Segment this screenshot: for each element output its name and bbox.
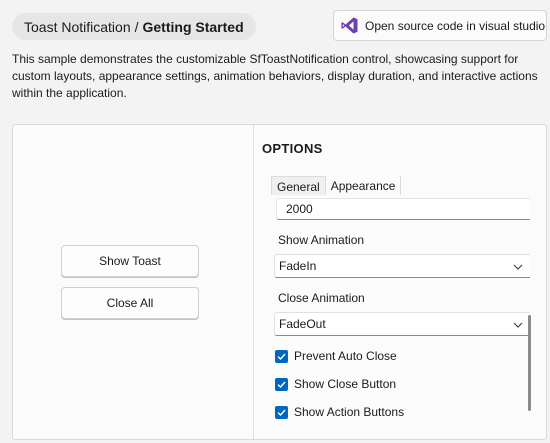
- prevent-auto-close-label: Prevent Auto Close: [294, 349, 397, 363]
- sample-description: This sample demonstrates the customizabl…: [12, 52, 538, 100]
- show-toast-button[interactable]: Show Toast: [61, 245, 199, 277]
- page-title: Getting Started: [142, 18, 244, 35]
- panel-divider: [253, 125, 254, 439]
- close-animation-label: Close Animation: [278, 291, 365, 305]
- show-close-button-label: Show Close Button: [294, 377, 397, 391]
- visual-studio-icon: [340, 16, 359, 35]
- options-tabs: General Appearance: [271, 176, 402, 195]
- tab-general[interactable]: General: [271, 176, 326, 195]
- show-animation-label: Show Animation: [278, 233, 365, 247]
- breadcrumb-parent: Toast Notification: [24, 18, 131, 35]
- breadcrumb-separator: /: [134, 18, 139, 35]
- tab-appearance[interactable]: Appearance: [326, 176, 402, 195]
- general-tab-content: 2000 Show Animation FadeIn Close Animati…: [268, 195, 530, 437]
- show-close-button-checkbox[interactable]: Show Close Button: [275, 377, 396, 391]
- breadcrumb: Toast Notification / Getting Started: [12, 13, 256, 40]
- show-animation-combo[interactable]: FadeIn: [274, 254, 530, 278]
- close-all-button[interactable]: Close All: [61, 287, 199, 319]
- prevent-auto-close-checkbox[interactable]: Prevent Auto Close: [275, 349, 397, 363]
- sample-frame: Show Toast Close All OPTIONS General App…: [12, 124, 547, 440]
- close-animation-value: FadeOut: [279, 317, 326, 331]
- chevron-down-icon: [513, 319, 523, 329]
- show-animation-value: FadeIn: [279, 259, 317, 273]
- show-action-buttons-label: Show Action Buttons: [294, 405, 405, 419]
- checkmark-icon: [275, 349, 288, 363]
- options-title: OPTIONS: [262, 141, 323, 156]
- open-source-label: Open source code in visual studio: [365, 18, 546, 33]
- open-source-button[interactable]: Open source code in visual studio: [333, 10, 547, 41]
- checkmark-icon: [275, 405, 288, 419]
- options-scrollbar[interactable]: [528, 315, 531, 411]
- chevron-down-icon: [513, 261, 523, 271]
- duration-input[interactable]: 2000: [276, 198, 530, 220]
- checkmark-icon: [275, 377, 288, 391]
- close-animation-combo[interactable]: FadeOut: [274, 312, 530, 336]
- show-action-buttons-checkbox[interactable]: Show Action Buttons: [275, 405, 404, 419]
